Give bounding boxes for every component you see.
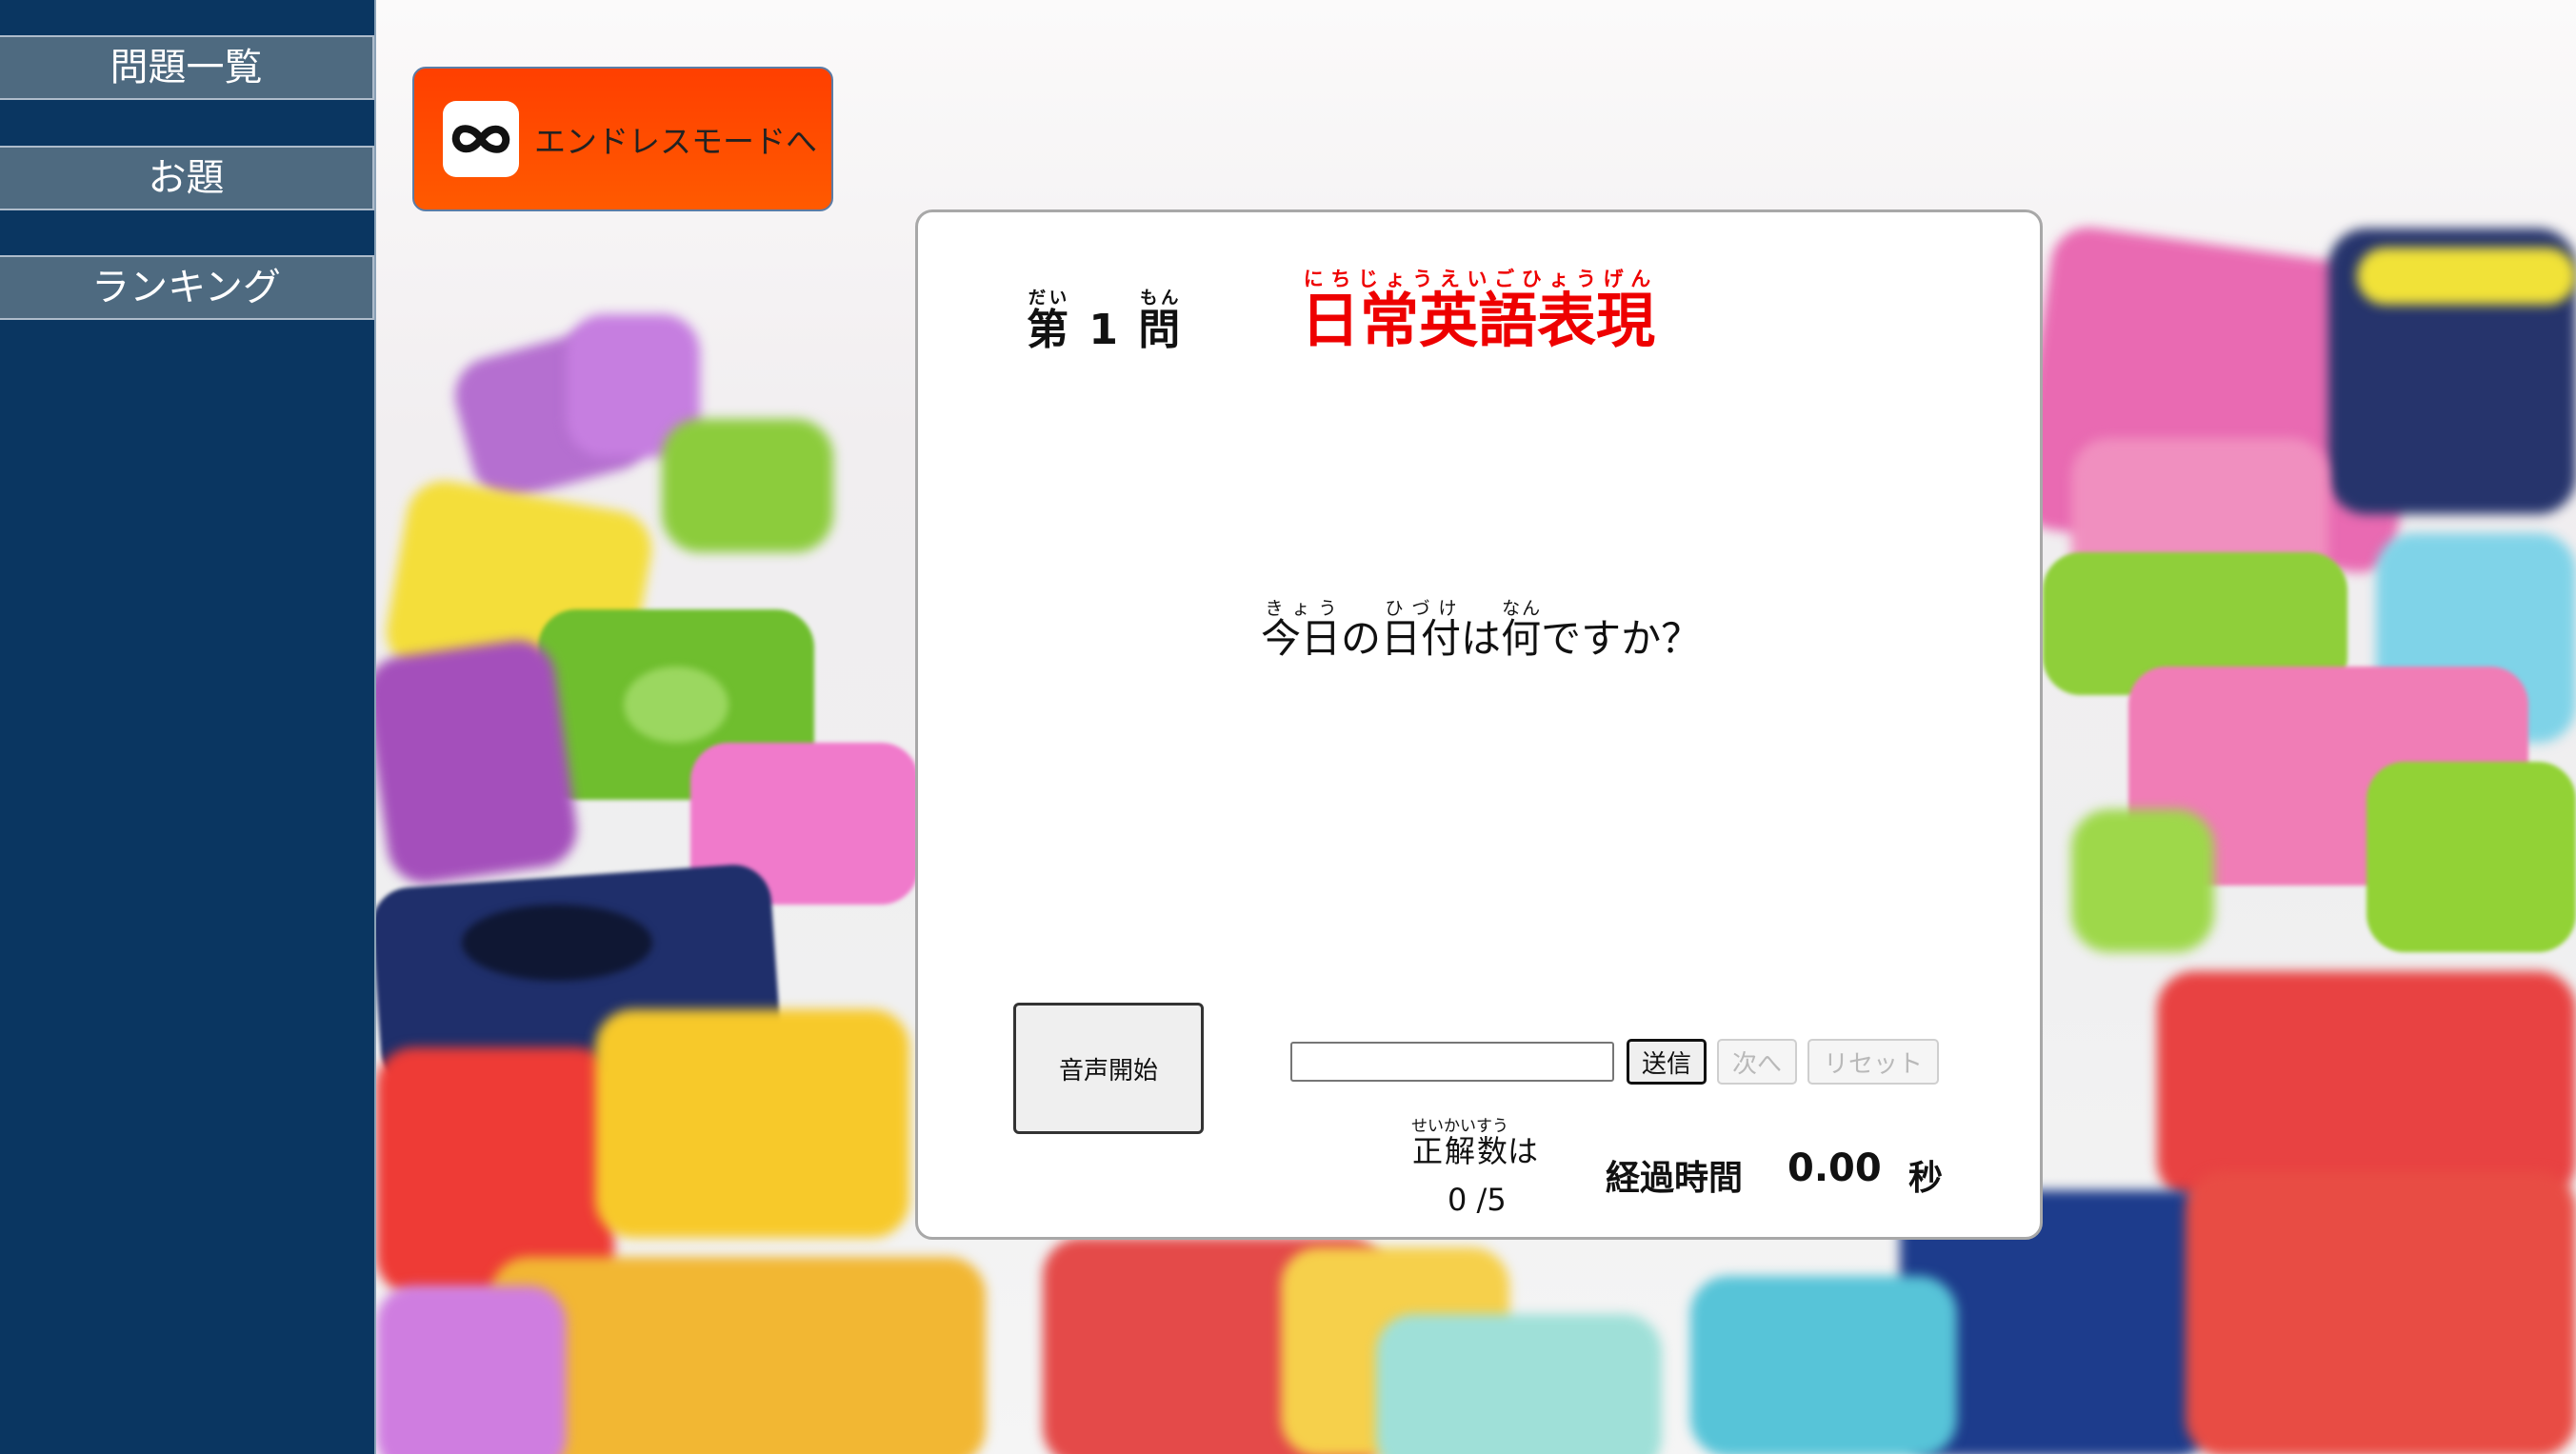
quiz-title: 日常英語表現にちじょうえいごひょうげん: [1301, 268, 1656, 355]
endless-mode-label: エンドレスモードへ: [534, 123, 817, 160]
sidebar: 問題一覧 お題 ランキング: [0, 0, 376, 1454]
reset-button[interactable]: リセット: [1807, 1039, 1939, 1085]
sidebar-item-topic[interactable]: お題: [0, 146, 374, 210]
sidebar-item-ranking[interactable]: ランキング: [0, 255, 374, 320]
send-button[interactable]: 送信: [1627, 1039, 1707, 1085]
answer-input[interactable]: [1290, 1042, 1614, 1082]
score-label: 正解数せいかいすうは: [1411, 1117, 1539, 1169]
question-text: 今日きょうの日付ひづけは何なんですか？: [1261, 598, 1702, 662]
voice-start-button[interactable]: 音声開始: [1013, 1003, 1204, 1134]
endless-mode-button[interactable]: エンドレスモードへ: [412, 67, 833, 211]
question-number: 第だい 1 問もん: [1027, 289, 1181, 354]
elapsed-time-label: 経過時間: [1606, 1159, 1744, 1198]
elapsed-time-unit: 秒: [1908, 1159, 1944, 1198]
next-button[interactable]: 次へ: [1717, 1039, 1797, 1085]
elapsed-time-value: 0.00: [1787, 1146, 1882, 1190]
infinity-icon: [443, 101, 519, 177]
score-value: 0 /5: [1448, 1182, 1507, 1218]
quiz-card: 第だい 1 問もん 日常英語表現にちじょうえいごひょうげん 今日きょうの日付ひづ…: [915, 209, 2043, 1240]
sidebar-item-problem-list[interactable]: 問題一覧: [0, 35, 374, 100]
